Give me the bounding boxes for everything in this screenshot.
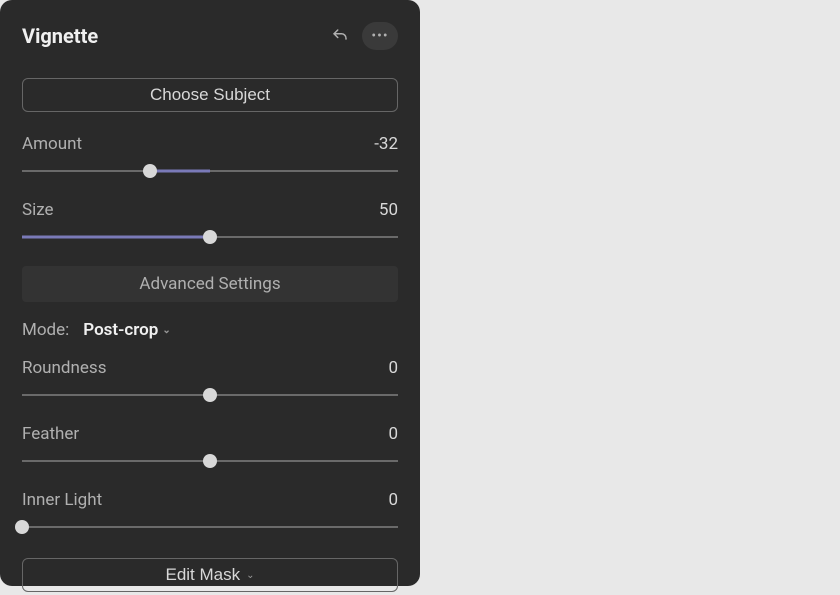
inner-light-slider-group: Inner Light 0 [22, 490, 398, 534]
inner-light-slider[interactable] [22, 520, 398, 534]
amount-slider-group: Amount -32 [22, 134, 398, 178]
panel-title: Vignette [22, 24, 98, 48]
size-value: 50 [379, 200, 398, 220]
slider-label-row: Inner Light 0 [22, 490, 398, 510]
roundness-slider-group: Roundness 0 [22, 358, 398, 402]
slider-fill [22, 236, 210, 239]
feather-value: 0 [388, 424, 398, 444]
slider-thumb[interactable] [203, 230, 217, 244]
chevron-down-icon: ⌄ [162, 325, 170, 336]
mode-label: Mode: [22, 320, 69, 340]
slider-track [22, 526, 398, 528]
slider-thumb[interactable] [203, 388, 217, 402]
advanced-settings-label: Advanced Settings [139, 274, 280, 294]
mode-dropdown[interactable]: Post-crop ⌄ [83, 320, 170, 340]
slider-thumb[interactable] [203, 454, 217, 468]
size-label: Size [22, 200, 54, 220]
more-icon: ••• [371, 28, 388, 44]
roundness-slider[interactable] [22, 388, 398, 402]
feather-slider-group: Feather 0 [22, 424, 398, 468]
panel-header: Vignette ••• [22, 22, 398, 50]
mode-selected: Post-crop [83, 320, 158, 340]
slider-label-row: Size 50 [22, 200, 398, 220]
amount-label: Amount [22, 134, 82, 154]
amount-value: -32 [374, 134, 398, 154]
slider-label-row: Feather 0 [22, 424, 398, 444]
size-slider[interactable] [22, 230, 398, 244]
slider-track [22, 170, 398, 172]
edit-mask-label: Edit Mask [165, 565, 240, 585]
feather-slider[interactable] [22, 454, 398, 468]
slider-fill [150, 170, 210, 173]
slider-thumb[interactable] [143, 164, 157, 178]
slider-label-row: Roundness 0 [22, 358, 398, 378]
choose-subject-button[interactable]: Choose Subject [22, 78, 398, 112]
roundness-value: 0 [388, 358, 398, 378]
amount-slider[interactable] [22, 164, 398, 178]
inner-light-label: Inner Light [22, 490, 102, 510]
undo-button[interactable] [326, 22, 354, 50]
header-icons: ••• [326, 22, 398, 50]
chevron-down-icon: ⌄ [246, 570, 254, 581]
inner-light-value: 0 [388, 490, 398, 510]
vignette-panel: Vignette ••• Choose Subject Amount -32 [0, 0, 420, 586]
more-button[interactable]: ••• [362, 22, 398, 50]
choose-subject-label: Choose Subject [150, 85, 270, 105]
mode-row: Mode: Post-crop ⌄ [22, 320, 398, 340]
slider-label-row: Amount -32 [22, 134, 398, 154]
size-slider-group: Size 50 [22, 200, 398, 244]
feather-label: Feather [22, 424, 79, 444]
undo-icon [331, 27, 349, 45]
advanced-settings-header: Advanced Settings [22, 266, 398, 302]
roundness-label: Roundness [22, 358, 106, 378]
slider-thumb[interactable] [15, 520, 29, 534]
edit-mask-button[interactable]: Edit Mask ⌄ [22, 558, 398, 592]
